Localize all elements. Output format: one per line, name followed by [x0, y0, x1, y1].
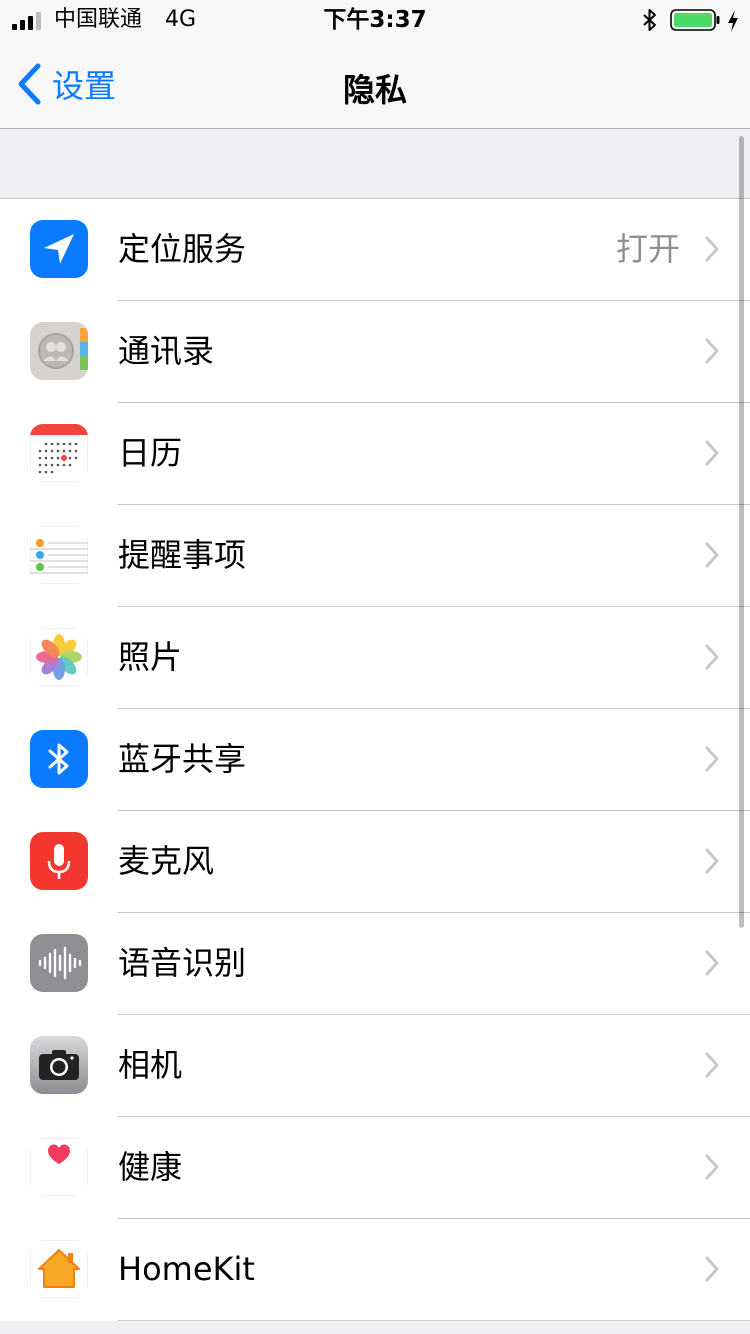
list-item-location-services[interactable]: 定位服务 打开: [0, 199, 750, 301]
list-item-contacts[interactable]: 通讯录: [0, 301, 750, 403]
charging-bolt-icon: [728, 10, 738, 32]
chevron-right-icon: [705, 746, 719, 772]
microphone-icon: [30, 832, 88, 890]
list-item-label: 照片: [118, 638, 183, 676]
list-item-label: 提醒事项: [118, 536, 247, 574]
row-divider: [118, 1320, 750, 1321]
privacy-settings-list: 定位服务 打开 通讯录 日历 提醒事项 照片 蓝牙共享 麦克风 语音识别 相机 …: [0, 198, 750, 1321]
chevron-right-icon: [705, 236, 719, 262]
contacts-icon: [30, 322, 88, 380]
list-item-photos[interactable]: 照片: [0, 607, 750, 709]
scrollbar[interactable]: [739, 136, 744, 928]
speech-recognition-icon: [30, 934, 88, 992]
list-item-health[interactable]: 健康: [0, 1117, 750, 1219]
list-item-label: 定位服务: [118, 230, 247, 268]
health-heart-icon: [30, 1138, 88, 1196]
list-item-label: 相机: [118, 1046, 183, 1084]
list-item-speech-recognition[interactable]: 语音识别: [0, 913, 750, 1015]
list-item-bluetooth-sharing[interactable]: 蓝牙共享: [0, 709, 750, 811]
chevron-right-icon: [705, 1154, 719, 1180]
photos-icon: [30, 628, 88, 686]
camera-icon: [30, 1036, 88, 1094]
list-item-label: 麦克风: [118, 842, 215, 880]
chevron-right-icon: [705, 542, 719, 568]
list-item-camera[interactable]: 相机: [0, 1015, 750, 1117]
status-time: 下午3:37: [323, 7, 427, 33]
chevron-right-icon: [705, 848, 719, 874]
bluetooth-icon: [30, 730, 88, 788]
location-arrow-icon: [30, 220, 88, 278]
homekit-house-icon: [30, 1240, 88, 1298]
list-item-label: 通讯录: [118, 332, 215, 370]
bluetooth-status-icon: [643, 9, 656, 31]
list-item-homekit[interactable]: HomeKit: [0, 1219, 750, 1321]
location-services-status: 打开: [615, 230, 680, 268]
list-item-microphone[interactable]: 麦克风: [0, 811, 750, 913]
list-item-label: 健康: [118, 1148, 183, 1186]
page-title: 隐私: [342, 71, 407, 109]
list-item-calendar[interactable]: 日历: [0, 403, 750, 505]
status-bar: 中国联通 4G 下午3:37: [0, 0, 750, 40]
chevron-right-icon: [705, 950, 719, 976]
list-item-label: 蓝牙共享: [118, 740, 247, 778]
chevron-right-icon: [705, 338, 719, 364]
chevron-right-icon: [705, 1052, 719, 1078]
reminders-icon: [30, 526, 88, 584]
list-item-label: HomeKit: [118, 1250, 255, 1288]
list-item-reminders[interactable]: 提醒事项: [0, 505, 750, 607]
chevron-right-icon: [705, 644, 719, 670]
list-item-label: 语音识别: [118, 944, 247, 982]
chevron-right-icon: [705, 440, 719, 466]
battery-icon: [670, 9, 720, 31]
navigation-bar: 设置 隐私: [0, 40, 750, 129]
chevron-right-icon: [705, 1256, 719, 1282]
calendar-icon: [30, 424, 88, 482]
list-item-label: 日历: [118, 434, 183, 472]
